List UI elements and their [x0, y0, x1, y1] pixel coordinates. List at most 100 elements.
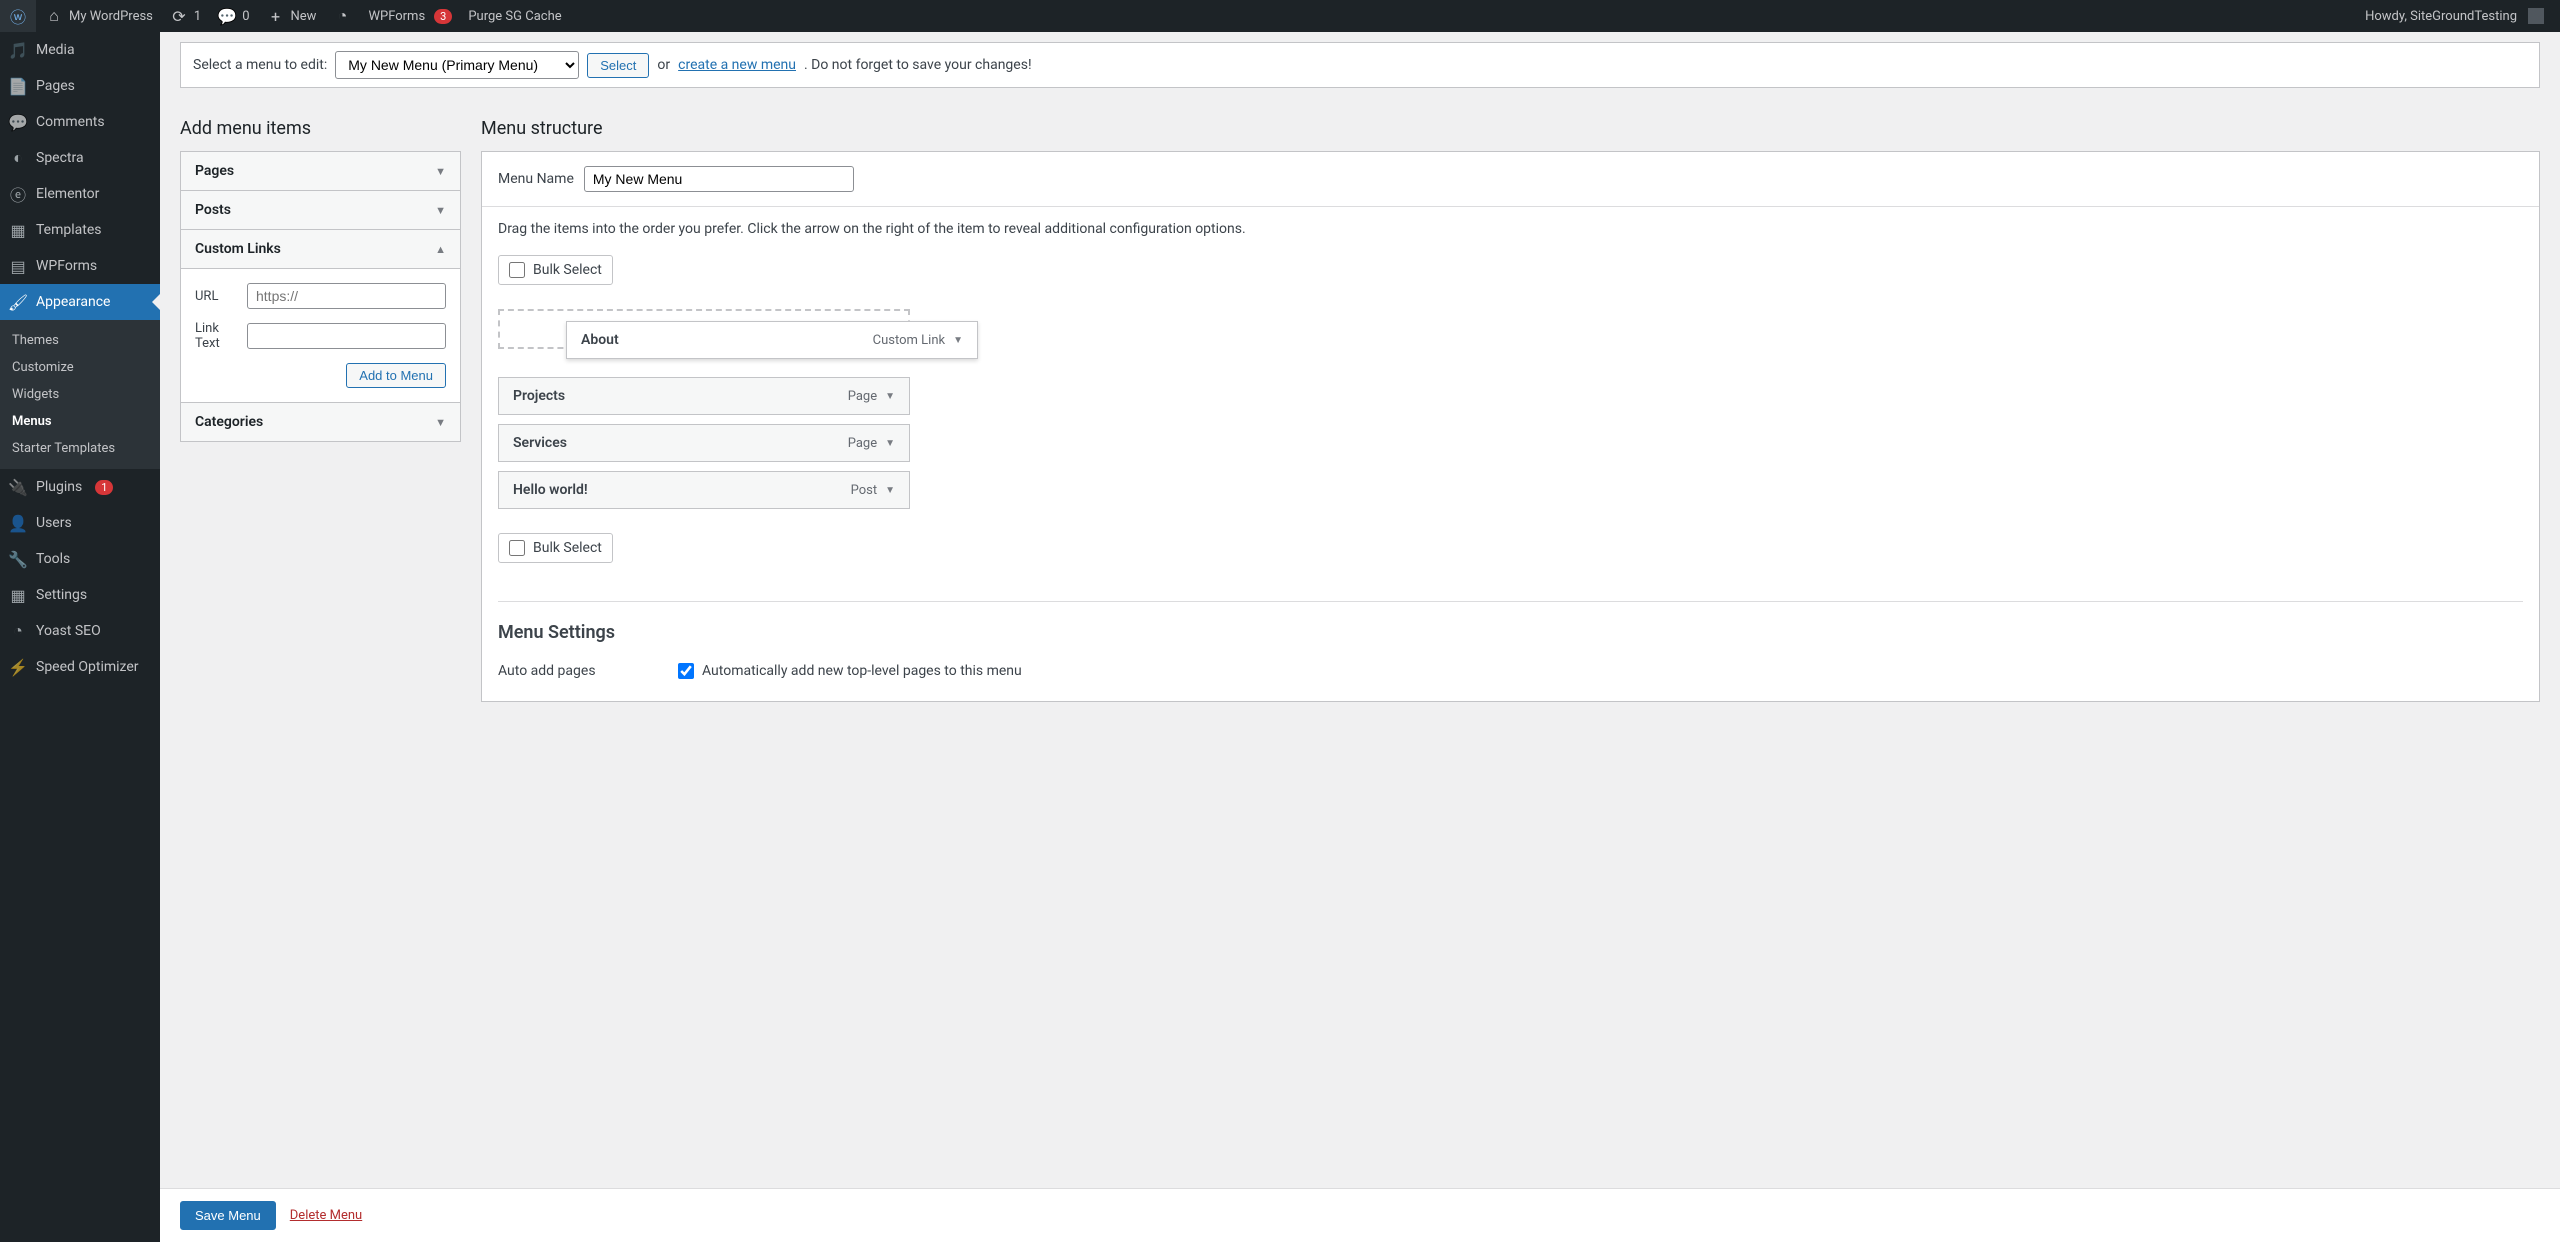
home-icon: ⌂	[44, 6, 64, 26]
wpforms-label: WPForms	[368, 9, 425, 24]
submenu-themes[interactable]: Themes	[0, 327, 160, 354]
accordion-pages[interactable]: Pages▼	[181, 152, 460, 191]
sidebar-item-speed[interactable]: ⚡Speed Optimizer	[0, 649, 160, 685]
menu-structure-panel: Menu Name Drag the items into the order …	[481, 151, 2540, 702]
plugins-badge: 1	[95, 480, 113, 495]
link-text-input[interactable]	[247, 323, 446, 349]
howdy-label: Howdy, SiteGroundTesting	[2365, 9, 2517, 24]
create-new-menu-link[interactable]: create a new menu	[678, 57, 796, 73]
sidebar-item-yoast[interactable]: ◔Yoast SEO	[0, 613, 160, 649]
or-text: or	[657, 57, 670, 73]
chevron-down-icon[interactable]: ▼	[885, 438, 895, 449]
plugins-icon: 🔌	[8, 477, 28, 497]
chevron-down-icon: ▼	[435, 416, 446, 429]
auto-add-pages-label: Auto add pages	[498, 663, 658, 679]
select-button[interactable]: Select	[587, 53, 649, 78]
sidebar-item-spectra[interactable]: ◐Spectra	[0, 140, 160, 176]
sidebar-item-tools[interactable]: 🔧Tools	[0, 541, 160, 577]
select-menu-label: Select a menu to edit:	[193, 57, 327, 73]
save-menu-button[interactable]: Save Menu	[180, 1201, 276, 1230]
sidebar-item-users[interactable]: 👤Users	[0, 505, 160, 541]
auto-add-checkbox[interactable]	[678, 663, 694, 679]
templates-icon: ▦	[8, 220, 28, 240]
menu-item-services[interactable]: Services Page▼	[498, 424, 910, 462]
bulk-select-top[interactable]: Bulk Select	[498, 255, 613, 285]
speed-icon: ⚡	[8, 657, 28, 677]
yoast-menu[interactable]: ◔	[324, 0, 360, 32]
submenu-starter-templates[interactable]: Starter Templates	[0, 435, 160, 462]
chevron-down-icon: ▼	[435, 204, 446, 217]
admin-sidebar: 🎵Media 📄Pages 💬Comments ◐Spectra ⓔElemen…	[0, 32, 160, 1242]
updates-menu[interactable]: ⟳1	[161, 0, 209, 32]
site-name-menu[interactable]: ⌂My WordPress	[36, 0, 161, 32]
menu-select-box: Select a menu to edit: My New Menu (Prim…	[180, 42, 2540, 88]
wpforms-badge: 3	[434, 9, 452, 24]
media-icon: 🎵	[8, 40, 28, 60]
sidebar-item-appearance[interactable]: 🖌Appearance	[0, 284, 160, 320]
submenu-menus[interactable]: Menus	[0, 408, 160, 435]
menu-item-about[interactable]: About Custom Link▼	[566, 321, 978, 359]
divider	[498, 601, 2523, 602]
comments-count: 0	[242, 9, 249, 24]
menu-name-input[interactable]	[584, 166, 854, 192]
submenu-widgets[interactable]: Widgets	[0, 381, 160, 408]
tools-icon: 🔧	[8, 549, 28, 569]
chevron-down-icon[interactable]: ▼	[885, 391, 895, 402]
submenu-customize[interactable]: Customize	[0, 354, 160, 381]
menu-item-hello-world[interactable]: Hello world! Post▼	[498, 471, 910, 509]
accordion-posts[interactable]: Posts▼	[181, 191, 460, 230]
bulk-select-bottom[interactable]: Bulk Select	[498, 533, 613, 563]
bulk-select-checkbox[interactable]	[509, 262, 525, 278]
menu-select-dropdown[interactable]: My New Menu (Primary Menu)	[335, 51, 579, 79]
add-menu-items-heading: Add menu items	[180, 118, 461, 139]
sidebar-item-settings[interactable]: ▦Settings	[0, 577, 160, 613]
main-content: Select a menu to edit: My New Menu (Prim…	[160, 32, 2560, 702]
sidebar-item-templates[interactable]: ▦Templates	[0, 212, 160, 248]
bottom-action-bar: Save Menu Delete Menu	[160, 1188, 2560, 1242]
wp-logo-menu[interactable]: ⓦ	[0, 0, 36, 32]
menu-name-label: Menu Name	[498, 171, 574, 187]
spectra-icon: ◐	[8, 148, 28, 168]
url-input[interactable]	[247, 283, 446, 309]
sidebar-item-comments[interactable]: 💬Comments	[0, 104, 160, 140]
drag-instructions: Drag the items into the order you prefer…	[498, 221, 2523, 237]
wpforms-menu[interactable]: WPForms 3	[360, 0, 460, 32]
accordion-custom-links[interactable]: Custom Links▲	[181, 230, 460, 269]
auto-add-checkbox-label[interactable]: Automatically add new top-level pages to…	[678, 663, 1022, 679]
menu-settings-heading: Menu Settings	[498, 622, 2523, 643]
wpforms-icon: ▤	[8, 256, 28, 276]
pages-icon: 📄	[8, 76, 28, 96]
delete-menu-link[interactable]: Delete Menu	[290, 1208, 362, 1223]
elementor-icon: ⓔ	[8, 184, 28, 204]
admin-bar: ⓦ ⌂My WordPress ⟳1 💬0 +New ◔ WPForms3 Pu…	[0, 0, 2560, 32]
url-label: URL	[195, 289, 237, 304]
sidebar-item-wpforms[interactable]: ▤WPForms	[0, 248, 160, 284]
avatar	[2528, 8, 2544, 24]
comments-menu[interactable]: 💬0	[209, 0, 257, 32]
sidebar-item-media[interactable]: 🎵Media	[0, 32, 160, 68]
chevron-down-icon[interactable]: ▼	[885, 485, 895, 496]
appearance-icon: 🖌	[8, 292, 28, 312]
sidebar-item-pages[interactable]: 📄Pages	[0, 68, 160, 104]
new-content-menu[interactable]: +New	[258, 0, 325, 32]
plus-icon: +	[266, 6, 286, 26]
update-icon: ⟳	[169, 6, 189, 26]
appearance-submenu: Themes Customize Widgets Menus Starter T…	[0, 320, 160, 469]
chevron-up-icon: ▲	[435, 243, 446, 256]
accordion-categories[interactable]: Categories▼	[181, 403, 460, 441]
bulk-select-checkbox[interactable]	[509, 540, 525, 556]
chevron-down-icon[interactable]: ▼	[953, 335, 963, 346]
menu-item-projects[interactable]: Projects Page▼	[498, 377, 910, 415]
user-menu[interactable]: Howdy, SiteGroundTesting	[2357, 0, 2552, 32]
purge-cache-menu[interactable]: Purge SG Cache	[460, 0, 569, 32]
chevron-down-icon: ▼	[435, 165, 446, 178]
sidebar-item-plugins[interactable]: 🔌Plugins1	[0, 469, 160, 505]
add-items-accordion: Pages▼ Posts▼ Custom Links▲ URL Link Tex…	[180, 151, 461, 442]
sidebar-item-elementor[interactable]: ⓔElementor	[0, 176, 160, 212]
add-to-menu-button[interactable]: Add to Menu	[346, 363, 446, 388]
updates-count: 1	[194, 9, 201, 24]
comment-icon: 💬	[217, 6, 237, 26]
menu-structure-heading: Menu structure	[481, 118, 2540, 139]
custom-links-panel: URL Link Text Add to Menu	[181, 269, 460, 403]
users-icon: 👤	[8, 513, 28, 533]
